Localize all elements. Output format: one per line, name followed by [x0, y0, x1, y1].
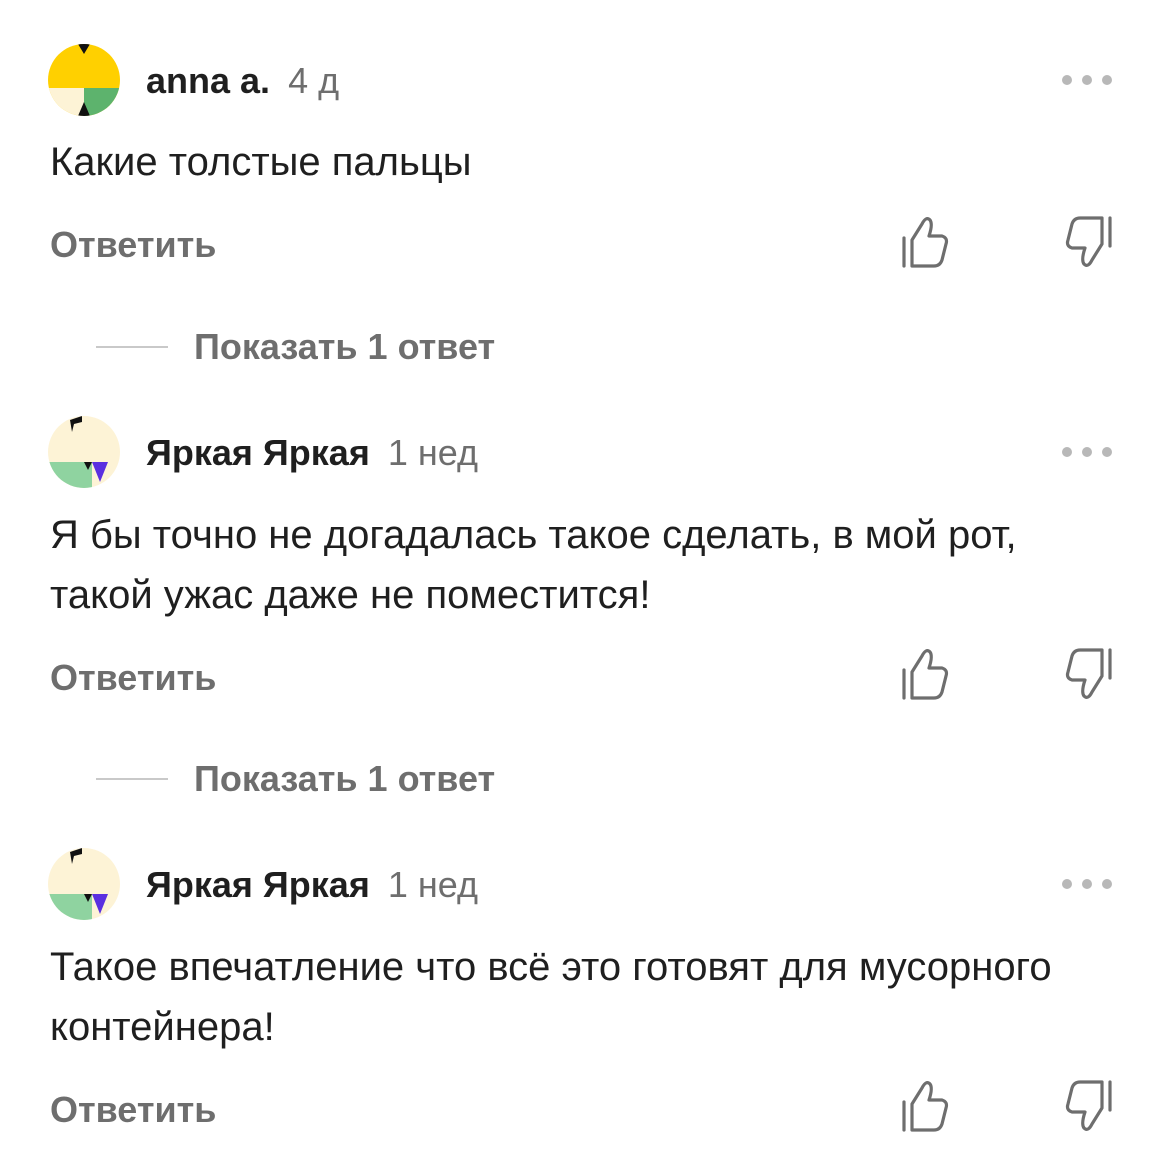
more-dots-icon[interactable] [1062, 877, 1112, 891]
comments-feed: anna a. 4 д Какие толстые пальцы Ответит… [0, 0, 1170, 1165]
thumbs-up-icon[interactable] [896, 1076, 950, 1136]
comment-time: 1 нед [387, 864, 478, 905]
author-name[interactable]: Яркая Яркая [146, 864, 370, 906]
avatar[interactable] [48, 848, 120, 920]
comment: Яркая Яркая 1 нед Такое впечатление что … [0, 0, 1170, 1165]
reply-button[interactable]: Ответить [50, 1089, 216, 1131]
comment-text: Такое впечатление что всё это готовят дл… [50, 945, 1052, 1049]
thumbs-down-icon[interactable] [1064, 1076, 1118, 1136]
